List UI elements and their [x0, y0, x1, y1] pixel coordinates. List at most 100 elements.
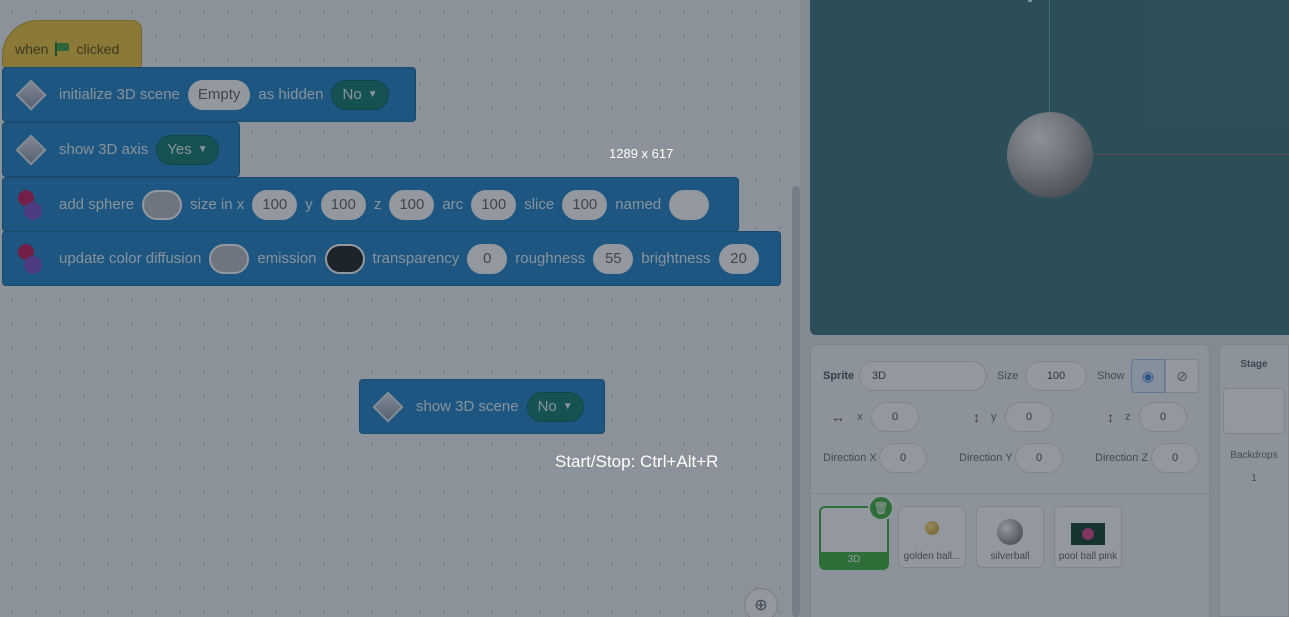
size-input[interactable]: 100 [1025, 361, 1087, 391]
pool-ball-thumbnail [1071, 523, 1105, 545]
block-label: z [373, 196, 382, 213]
dropdown-value: Yes [167, 141, 192, 158]
golden-ball-thumbnail [925, 521, 939, 535]
scene-visibility-dropdown[interactable]: No ▼ [526, 391, 584, 422]
sprite-tile[interactable]: silverball [976, 506, 1044, 568]
sphere-color-swatch[interactable] [142, 189, 183, 220]
hide-sprite-button[interactable]: ⊘ [1165, 359, 1199, 393]
sprite-tile[interactable]: pool ball pink [1054, 506, 1122, 568]
delete-sprite-button[interactable]: 🗑 [868, 495, 894, 521]
depth-arrows-icon: ↕ [1107, 409, 1114, 425]
trash-icon: 🗑 [873, 501, 889, 515]
block-label: update color diffusion [59, 250, 202, 267]
3d-extension-icon [11, 130, 51, 170]
block-label: named [615, 196, 662, 213]
direction-y-input[interactable]: 0 [1015, 443, 1063, 473]
arc-input[interactable]: 100 [471, 189, 517, 220]
add-sphere-block[interactable]: add sphere size in x 100 y 100 z 100 arc… [2, 177, 739, 232]
when-flag-clicked-block[interactable]: when clicked [2, 20, 142, 68]
shortcut-hint: Start/Stop: Ctrl+Alt+R [555, 452, 719, 471]
sprite-name: golden ball... [903, 551, 961, 562]
chevron-down-icon: ▼ [562, 401, 573, 412]
3d-objects-icon [11, 185, 51, 225]
z-label: z [1125, 411, 1131, 423]
y-label: y [991, 411, 997, 423]
block-label: initialize 3D scene [59, 86, 180, 103]
block-label: show 3D axis [59, 141, 149, 158]
brightness-input[interactable]: 20 [718, 243, 759, 274]
vertical-arrows-icon: ↕ [973, 409, 980, 425]
x-axis-line [1092, 154, 1289, 155]
sprite-name: silverball [990, 551, 1030, 562]
sprite-name-input[interactable]: 3D [859, 361, 987, 391]
code-area[interactable]: when clicked initialize 3D scene Empty a… [0, 0, 800, 617]
green-flag-icon [54, 42, 70, 56]
size-y-input[interactable]: 100 [320, 189, 366, 220]
block-label: size in x [190, 196, 245, 213]
stage-title: Stage [1240, 359, 1268, 370]
show-3d-axis-block[interactable]: show 3D axis Yes ▼ [2, 122, 240, 177]
zoom-in-icon: ⊕ [754, 597, 768, 614]
sprite-info-panel: Sprite 3D Size 100 Show ◉ ⊘ ↔ x 0 ↕ y 0 … [810, 344, 1210, 617]
sprite-name: 3D [821, 552, 887, 568]
backdrops-count: 1 [1251, 473, 1257, 484]
backdrops-label: Backdrops [1230, 450, 1278, 461]
show-label: Show [1097, 370, 1125, 382]
z-input[interactable]: 0 [1139, 402, 1187, 432]
hidden-dropdown[interactable]: No ▼ [331, 79, 389, 110]
silver-ball-thumbnail [997, 519, 1023, 545]
block-label: slice [524, 196, 555, 213]
diffusion-color-swatch[interactable] [209, 243, 250, 274]
resolution-label: 1289 x 617 [609, 146, 674, 161]
block-label: emission [257, 250, 317, 267]
y-input[interactable]: 0 [1005, 402, 1053, 432]
direction-z-label: Direction Z [1095, 452, 1149, 464]
y-axis-line [1049, 0, 1050, 112]
scene-input[interactable]: Empty [187, 79, 251, 110]
axis-marker [1028, 0, 1032, 2]
stage-canvas[interactable] [810, 0, 1289, 335]
3d-sphere [1007, 112, 1093, 198]
when-label: when [15, 41, 49, 57]
block-label: as hidden [258, 86, 324, 103]
direction-z-input[interactable]: 0 [1151, 443, 1199, 473]
sprite-tile[interactable]: golden ball... [898, 506, 966, 568]
zoom-in-button[interactable]: ⊕ [744, 588, 778, 617]
slice-input[interactable]: 100 [562, 189, 608, 220]
size-label: Size [997, 370, 1019, 382]
stage-selector[interactable]: Stage Backdrops 1 [1219, 344, 1289, 617]
clicked-label: clicked [76, 41, 120, 57]
emission-color-swatch[interactable] [324, 243, 365, 274]
sprite-label: Sprite [823, 370, 855, 382]
block-label: brightness [641, 250, 711, 267]
initialize-3d-scene-block[interactable]: initialize 3D scene Empty as hidden No ▼ [2, 67, 416, 122]
name-input[interactable] [669, 189, 710, 220]
backdrop-thumbnail [1223, 388, 1285, 434]
3d-extension-icon [368, 387, 408, 427]
horizontal-arrows-icon: ↔ [831, 409, 845, 425]
transparency-input[interactable]: 0 [467, 243, 508, 274]
block-label: arc [442, 196, 464, 213]
dropdown-value: No [342, 86, 362, 103]
eye-icon: ◉ [1141, 367, 1155, 384]
chevron-down-icon: ▼ [197, 144, 208, 155]
block-label: add sphere [59, 196, 135, 213]
3d-extension-icon [11, 75, 51, 115]
size-z-input[interactable]: 100 [389, 189, 435, 220]
axis-dropdown[interactable]: Yes ▼ [156, 134, 219, 165]
x-input[interactable]: 0 [871, 402, 919, 432]
block-label: transparency [372, 250, 460, 267]
show-sprite-button[interactable]: ◉ [1131, 359, 1165, 393]
direction-x-input[interactable]: 0 [879, 443, 927, 473]
dropdown-value: No [537, 398, 557, 415]
show-3d-scene-block[interactable]: show 3D scene No ▼ [359, 379, 605, 434]
code-area-scrollbar[interactable] [792, 186, 800, 617]
size-x-input[interactable]: 100 [252, 189, 298, 220]
3d-objects-icon [11, 239, 51, 279]
block-label: show 3D scene [416, 398, 519, 415]
update-color-block[interactable]: update color diffusion emission transpar… [2, 231, 781, 286]
roughness-input[interactable]: 55 [593, 243, 634, 274]
block-label: roughness [515, 250, 586, 267]
sprite-name: pool ball pink [1058, 551, 1118, 562]
eye-slash-icon: ⊘ [1176, 367, 1188, 384]
